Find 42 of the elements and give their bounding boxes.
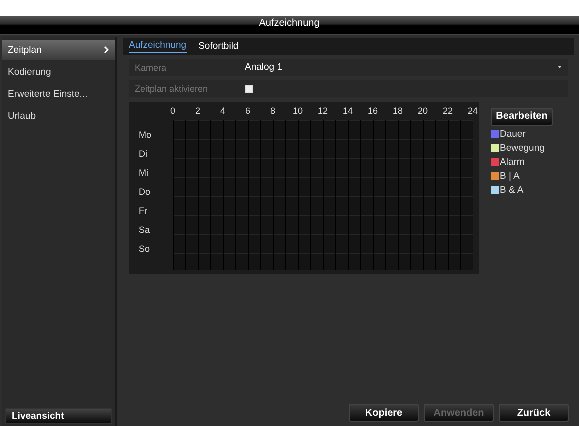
day-label: Fr	[138, 205, 148, 218]
tab[interactable]: Sofortbild	[198, 40, 239, 52]
sidebar-item[interactable]: Erweiterte Einste...	[2, 84, 115, 104]
hour-label: 2	[194, 106, 202, 118]
edit-button[interactable]: Bearbeiten	[491, 108, 553, 126]
day-label: Di	[138, 148, 148, 161]
caret-icon	[558, 66, 562, 69]
checkbox[interactable]	[245, 84, 253, 92]
legend-label: B | A	[500, 170, 520, 182]
sidebar-item[interactable]: Zeitplan	[2, 40, 115, 60]
legend-label: Alarm	[500, 156, 525, 168]
day-label: Mi	[138, 167, 150, 180]
hour-label: 8	[269, 106, 276, 118]
sidebar-item[interactable]: Urlaub	[2, 106, 115, 126]
hour-label: 14	[342, 106, 354, 118]
hour-label: 24	[466, 106, 479, 118]
hour-label: 6	[244, 106, 252, 118]
hour-label: 4	[219, 106, 226, 118]
action-button[interactable]: Zurück	[499, 404, 569, 422]
hour-label: 12	[316, 106, 329, 118]
legend-label: Bewegung	[500, 142, 545, 154]
chevron-right-icon	[104, 46, 109, 54]
field-label: Zeitplan aktivieren	[135, 84, 210, 94]
window-title: Aufzeichnung	[0, 16, 579, 35]
sidebar-item[interactable]: Kodierung	[2, 62, 115, 82]
day-label: So	[138, 243, 152, 256]
tab[interactable]: Aufzeichnung	[129, 40, 187, 53]
field-label: Kamera	[135, 62, 168, 72]
hour-label: 10	[292, 106, 304, 118]
live-view-button[interactable]: Liveansicht	[5, 408, 112, 424]
legend-label: Dauer	[500, 128, 526, 140]
hour-label: 16	[366, 106, 379, 118]
day-label: Do	[138, 186, 152, 199]
day-label: Sa	[138, 224, 152, 237]
hour-label: 0	[169, 106, 176, 118]
day-label: Mo	[138, 129, 153, 142]
hour-label: 22	[442, 106, 454, 118]
hour-label: 20	[416, 106, 429, 118]
legend-label: B & A	[500, 184, 524, 196]
hour-label: 18	[392, 106, 404, 118]
action-button[interactable]: Kopiere	[349, 404, 419, 422]
camera-dropdown[interactable]: Analog 1	[245, 59, 562, 76]
